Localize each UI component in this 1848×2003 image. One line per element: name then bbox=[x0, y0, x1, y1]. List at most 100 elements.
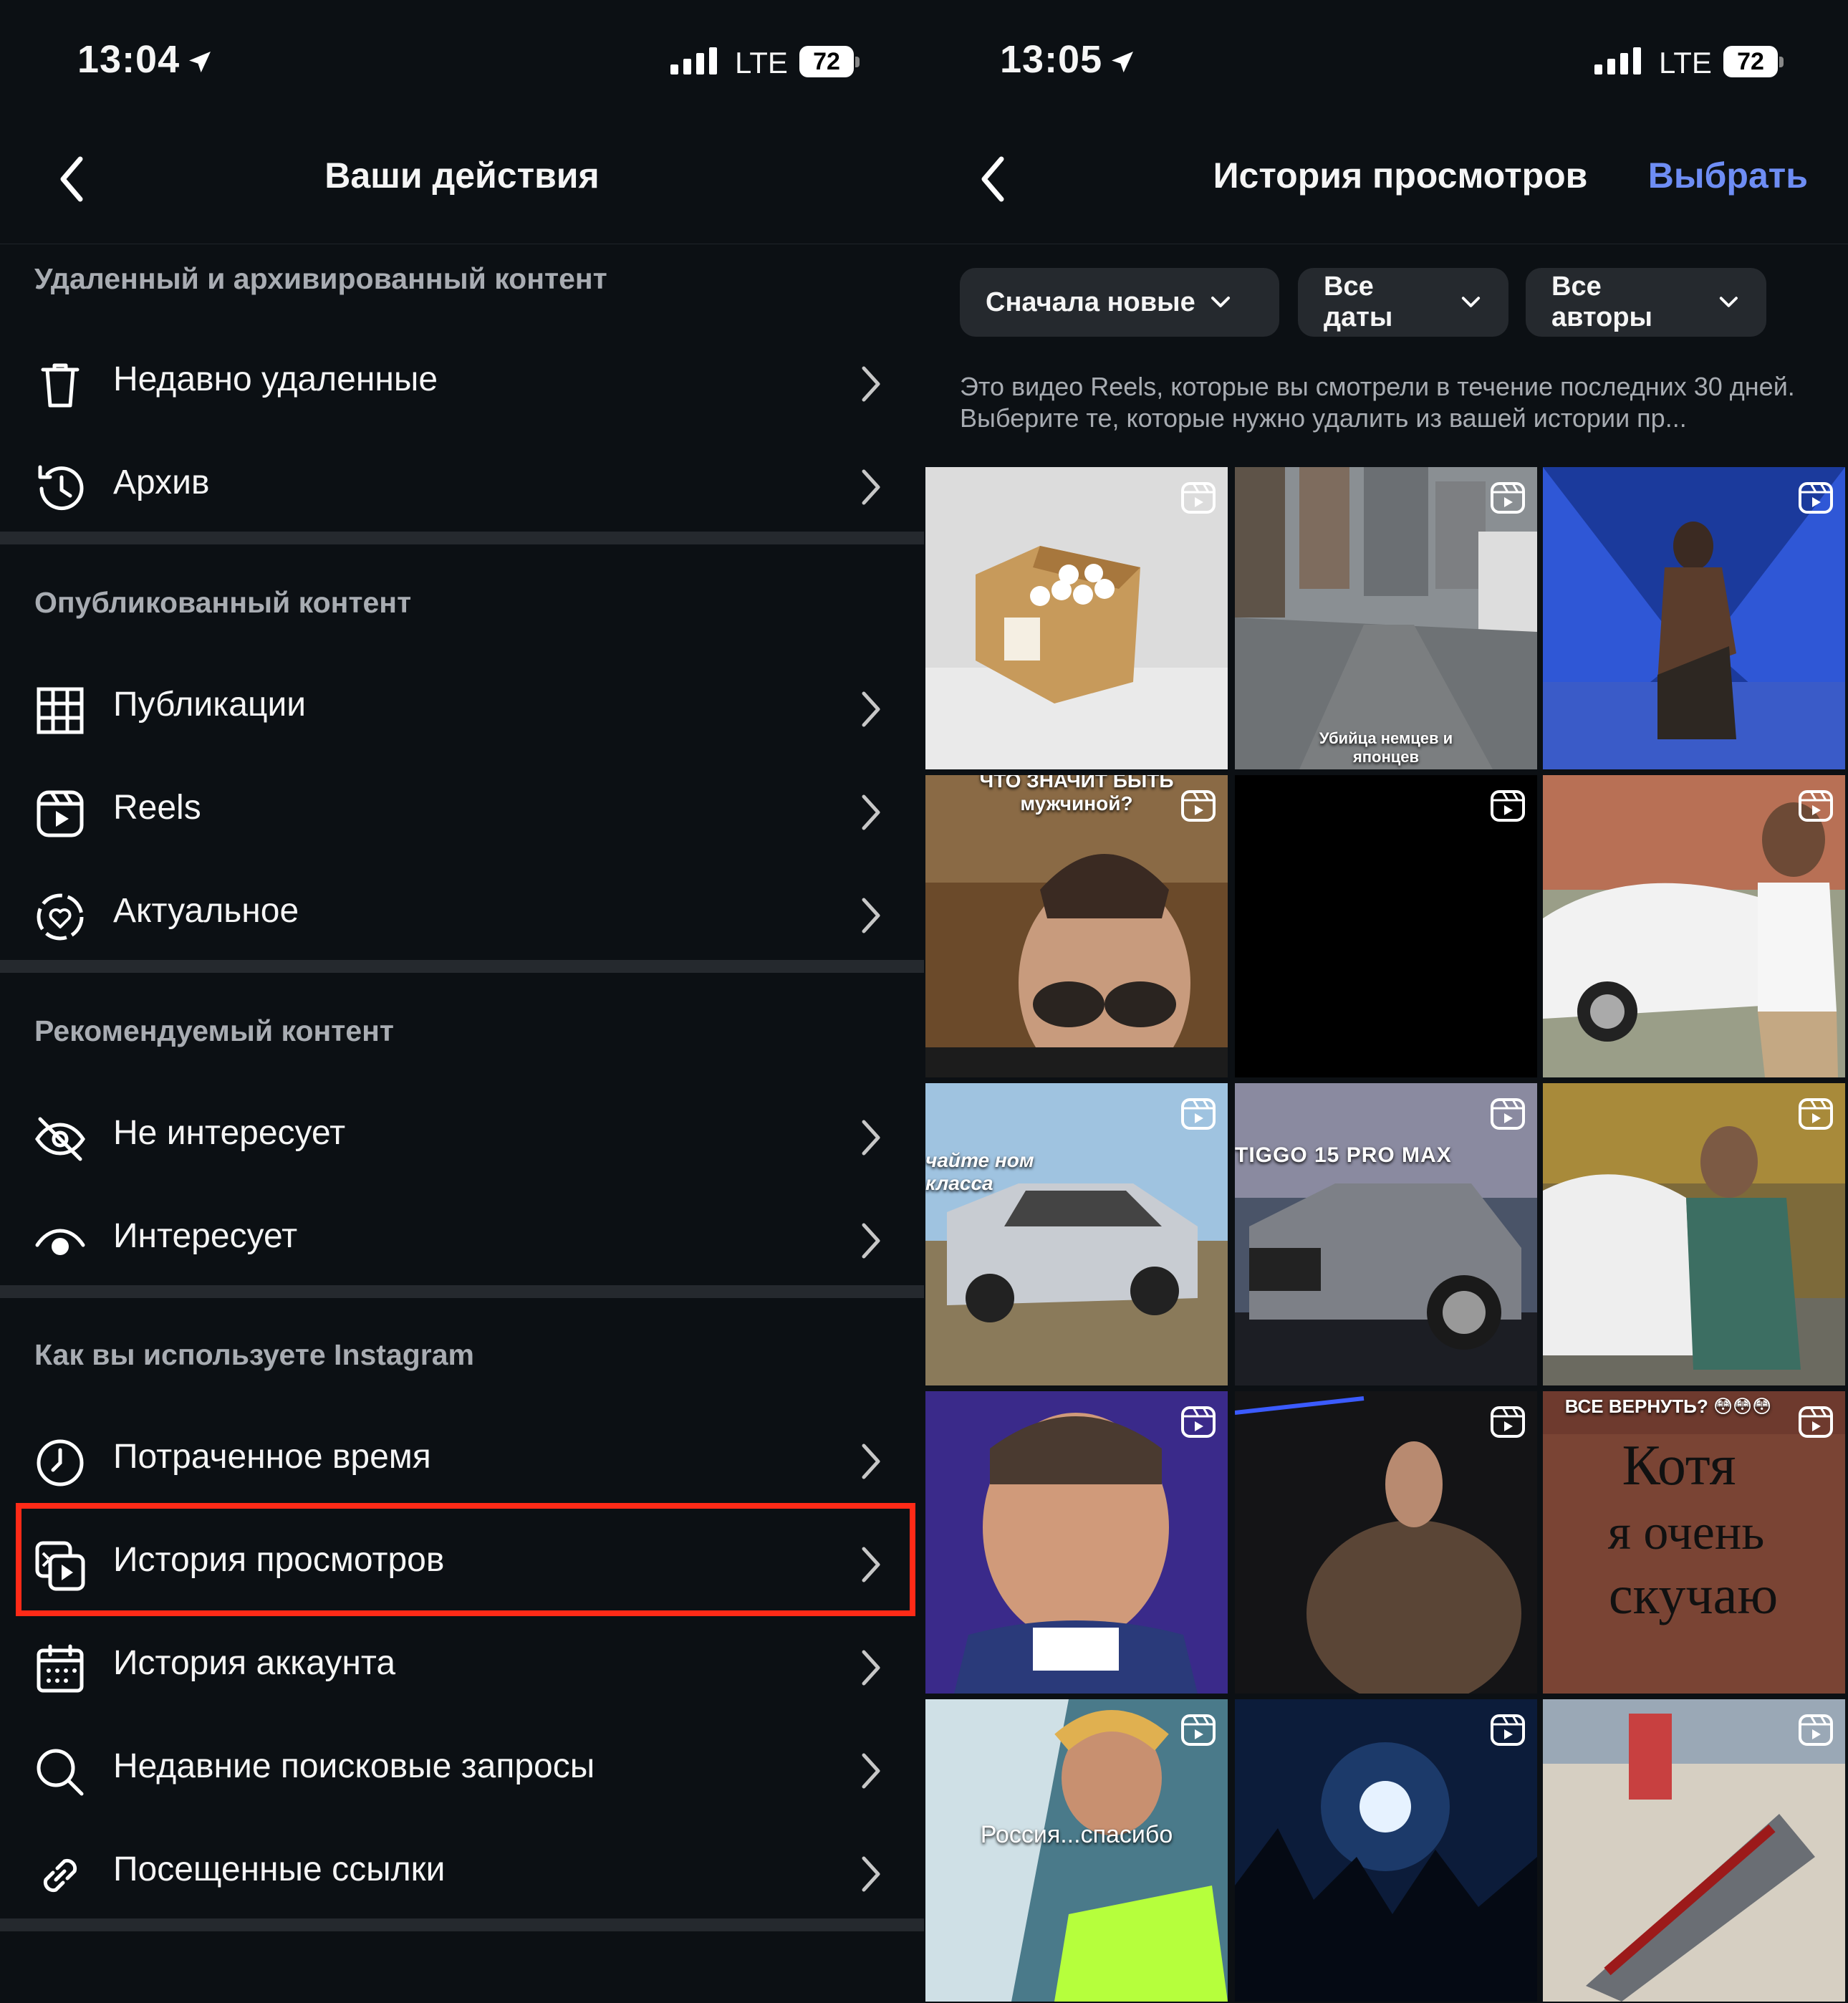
reel-icon bbox=[1491, 1098, 1525, 1130]
menu-item-label: Публикации bbox=[113, 686, 307, 724]
chevron-right-icon bbox=[862, 794, 880, 830]
date-filter-dropdown[interactable]: Все даты bbox=[1298, 268, 1508, 337]
menu-item-account-history[interactable]: История аккаунта bbox=[0, 1609, 924, 1712]
menu-item-interested[interactable]: Интересует bbox=[0, 1182, 924, 1285]
menu-item-reels[interactable]: Reels bbox=[0, 754, 924, 857]
select-button[interactable]: Выбрать bbox=[1648, 155, 1808, 196]
archive-icon bbox=[38, 465, 84, 511]
signal-icon bbox=[670, 47, 717, 75]
calendar-icon bbox=[37, 1644, 84, 1693]
reel-icon bbox=[1181, 1714, 1216, 1746]
reel-thumbnail[interactable] bbox=[1235, 1699, 1537, 2002]
eye-off-icon bbox=[34, 1117, 86, 1161]
reel-thumbnail[interactable]: ЧТО ЗНАЧИТ БЫТЬ мужчиной? bbox=[925, 775, 1228, 1077]
page-title: Ваши действия bbox=[324, 155, 600, 196]
reel-thumbnail[interactable] bbox=[1543, 1083, 1845, 1385]
chevron-right-icon bbox=[862, 1753, 880, 1789]
menu-item-posts[interactable]: Публикации bbox=[0, 650, 924, 754]
page-title: История просмотров bbox=[1213, 155, 1588, 196]
status-time: 13:04 bbox=[77, 37, 214, 82]
link-icon bbox=[43, 1858, 77, 1893]
menu-item-not-interested[interactable]: Не интересует bbox=[0, 1079, 924, 1182]
reel-thumbnail[interactable]: Котя я очень скучаю ВСЕ ВЕРНУТЬ? 😳😳😳 bbox=[1543, 1391, 1845, 1694]
reel-thumbnail[interactable]: чайте ном класса bbox=[925, 1083, 1228, 1385]
chevron-down-icon bbox=[1461, 297, 1481, 307]
author-filter-dropdown[interactable]: Все авторы bbox=[1526, 268, 1766, 337]
battery-icon: 72 bbox=[799, 46, 860, 79]
menu-item-label: История аккаунта bbox=[113, 1644, 396, 1682]
reel-caption: чайте ном класса bbox=[925, 1149, 1034, 1194]
status-time: 13:05 bbox=[1000, 37, 1137, 82]
menu-item-recently-deleted[interactable]: Недавно удаленные bbox=[0, 325, 924, 428]
reel-thumbnail[interactable] bbox=[1543, 1699, 1845, 2002]
reel-thumbnail[interactable]: Убийца немцев и японцев bbox=[1235, 467, 1537, 769]
back-arrow-icon[interactable] bbox=[971, 150, 1014, 208]
sort-filter-dropdown[interactable]: Сначала новые bbox=[960, 268, 1279, 337]
reel-icon bbox=[1799, 1714, 1833, 1746]
section-divider bbox=[0, 960, 924, 973]
filter-label: Сначала новые bbox=[986, 287, 1195, 317]
section-divider bbox=[0, 1918, 924, 1931]
chevron-right-icon bbox=[862, 691, 880, 727]
chevron-right-icon bbox=[862, 1120, 880, 1156]
eye-icon bbox=[35, 1229, 85, 1255]
chevron-right-icon bbox=[862, 1223, 880, 1259]
your-activity-screen: 13:04 LTE 72 Ваши действия Удаленный и а… bbox=[0, 0, 924, 2003]
menu-item-time-spent[interactable]: Потраченное время bbox=[0, 1403, 924, 1506]
menu-item-label: Архив bbox=[113, 463, 210, 501]
reel-icon bbox=[1491, 790, 1525, 822]
menu-item-label: Недавние поисковые запросы bbox=[113, 1747, 595, 1785]
menu-item-archive[interactable]: Архив bbox=[0, 428, 924, 532]
reel-icon bbox=[1799, 790, 1833, 822]
menu-item-label: Посещенные ссылки bbox=[113, 1850, 446, 1888]
history-description: Это видео Reels, которые вы смотрели в т… bbox=[960, 372, 1795, 433]
section-header-published: Опубликованный контент bbox=[34, 586, 412, 619]
chevron-right-icon bbox=[862, 366, 880, 402]
section-divider bbox=[0, 532, 924, 544]
menu-item-label: Reels bbox=[113, 789, 201, 827]
location-arrow-icon bbox=[1112, 51, 1134, 72]
highlights-icon bbox=[37, 893, 84, 941]
svg-text:скучаю: скучаю bbox=[1609, 1565, 1778, 1625]
reel-thumbnail[interactable] bbox=[925, 1391, 1228, 1694]
section-divider bbox=[0, 1285, 924, 1298]
reel-thumbnail[interactable] bbox=[1543, 467, 1845, 769]
reel-caption: ВСЕ ВЕРНУТЬ? 😳😳😳 bbox=[1564, 1396, 1772, 1417]
grid-icon bbox=[37, 687, 84, 734]
menu-item-recent-searches[interactable]: Недавние поисковые запросы bbox=[0, 1712, 924, 1815]
menu-item-visited-links[interactable]: Посещенные ссылки bbox=[0, 1815, 924, 1918]
reel-thumbnail[interactable]: TIGGO 15 PRO MAX bbox=[1235, 1083, 1537, 1385]
reel-thumbnail[interactable] bbox=[1235, 775, 1537, 1077]
chevron-down-icon bbox=[1211, 297, 1230, 307]
chevron-right-icon bbox=[862, 1444, 880, 1479]
reel-caption: TIGGO 15 PRO MAX bbox=[1235, 1143, 1452, 1167]
reel-caption: Россия...спасибо bbox=[980, 1821, 1173, 1848]
search-icon bbox=[37, 1749, 84, 1796]
reel-thumbnail[interactable] bbox=[1235, 1391, 1537, 1694]
section-header-usage: Как вы используете Instagram bbox=[34, 1338, 474, 1371]
battery-level: 72 bbox=[1723, 46, 1778, 77]
svg-text:Котя: Котя bbox=[1622, 1434, 1736, 1497]
chevron-right-icon bbox=[862, 469, 880, 505]
status-bar: 13:05 LTE 72 bbox=[924, 0, 1848, 122]
nav-bar: Ваши действия bbox=[0, 122, 924, 244]
menu-item-highlights[interactable]: Актуальное bbox=[0, 857, 924, 960]
reel-icon bbox=[1491, 1406, 1525, 1438]
menu-item-label: Актуальное bbox=[113, 892, 299, 930]
section-header-recommended: Рекомендуемый контент bbox=[34, 1014, 395, 1047]
nav-bar: История просмотров Выбрать bbox=[924, 122, 1848, 244]
reel-thumbnail[interactable] bbox=[1543, 775, 1845, 1077]
reel-thumbnail[interactable] bbox=[925, 467, 1228, 769]
reel-icon bbox=[1181, 1406, 1216, 1438]
reel-thumbnail[interactable]: Россия...спасибо bbox=[925, 1699, 1228, 2002]
network-type: LTE bbox=[1659, 46, 1712, 80]
chevron-down-icon bbox=[1720, 297, 1738, 307]
battery-icon: 72 bbox=[1723, 46, 1784, 79]
menu-item-label: Потраченное время bbox=[113, 1438, 431, 1476]
reel-icon bbox=[1491, 482, 1525, 514]
highlight-box bbox=[16, 1503, 915, 1616]
location-arrow-icon bbox=[189, 51, 211, 72]
status-bar: 13:04 LTE 72 bbox=[0, 0, 924, 122]
filter-label: Все авторы bbox=[1551, 272, 1652, 332]
reels-icon bbox=[37, 790, 84, 837]
